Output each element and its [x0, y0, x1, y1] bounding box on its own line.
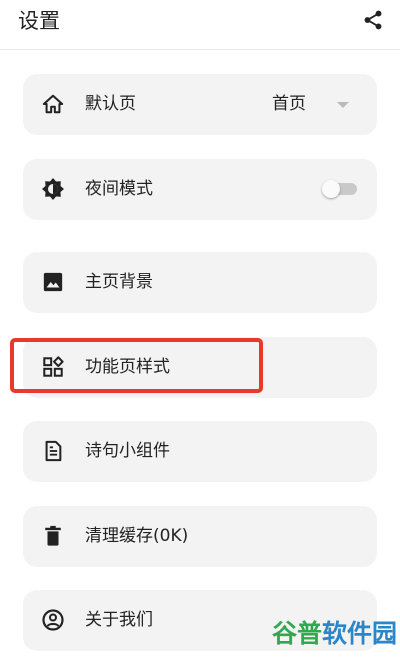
toggle-thumb	[322, 180, 340, 198]
setting-label: 主页背景	[85, 272, 153, 292]
setting-label: 关于我们	[85, 610, 153, 630]
share-icon	[364, 10, 382, 30]
watermark-logo: 谷普 软件园	[272, 612, 397, 652]
setting-clear-cache[interactable]: 清理缓存(0K)	[23, 506, 377, 567]
setting-default-page[interactable]: 默认页 首页	[23, 74, 377, 135]
account-circle-icon	[41, 608, 65, 632]
setting-label: 默认页	[85, 94, 136, 114]
page-title: 设置	[18, 9, 60, 33]
setting-function-page-style[interactable]: 功能页样式	[23, 337, 377, 398]
setting-label: 清理缓存(0K)	[85, 526, 189, 546]
brightness-icon	[41, 177, 65, 201]
setting-label: 功能页样式	[85, 357, 170, 377]
dropdown-arrow-icon[interactable]	[337, 102, 349, 108]
watermark-part: 软件园	[322, 619, 398, 648]
document-icon	[41, 439, 65, 463]
default-page-value[interactable]: 首页	[272, 74, 306, 135]
night-mode-toggle[interactable]	[322, 180, 357, 198]
watermark-part: 谷普	[272, 619, 323, 648]
setting-home-background[interactable]: 主页背景	[23, 252, 377, 313]
setting-poem-widget[interactable]: 诗句小组件	[23, 421, 377, 482]
setting-night-mode[interactable]: 夜间模式	[23, 159, 377, 220]
trash-icon	[41, 524, 65, 548]
setting-label: 夜间模式	[85, 179, 153, 199]
setting-label: 诗句小组件	[85, 441, 170, 461]
app-header: 设置	[0, 0, 400, 50]
home-icon	[41, 92, 65, 116]
share-button[interactable]	[360, 7, 386, 33]
image-icon	[41, 270, 65, 294]
widgets-icon	[41, 355, 65, 379]
